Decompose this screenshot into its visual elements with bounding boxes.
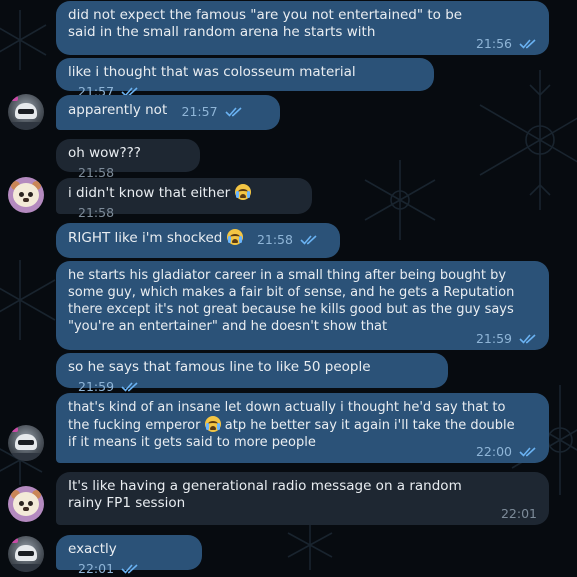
loudly-crying-face-icon — [226, 229, 243, 245]
racer-avatar-flag — [11, 538, 18, 543]
bear-avatar[interactable] — [8, 177, 44, 213]
racer-avatar-flag — [11, 96, 18, 101]
message-time: 21:57 — [181, 104, 218, 119]
helmet-visor — [18, 440, 34, 445]
bear-eye — [28, 192, 33, 197]
message-bubble-outgoing[interactable]: like i thought that was colosseum materi… — [56, 58, 434, 99]
double-check-icon — [519, 447, 536, 457]
message-meta: 21:58 — [257, 231, 318, 248]
helmet-visor — [18, 109, 34, 114]
double-check-icon — [224, 107, 242, 117]
message-meta: 21:56 — [476, 35, 537, 52]
message-text: oh wow??? — [68, 145, 141, 161]
bear-face-icon — [13, 492, 39, 516]
message-text: exactly — [68, 541, 117, 557]
message-line: he starts his gladiator career in a smal… — [68, 268, 507, 283]
message-bubble-outgoing[interactable]: exactly 22:01 — [56, 535, 202, 576]
message-meta: 21:57 — [182, 103, 243, 120]
message-bubble-incoming[interactable]: It's like having a generational radio me… — [56, 472, 549, 525]
message-line: "you're an entertainer" and he doesn't s… — [68, 319, 388, 334]
bear-nose — [23, 507, 29, 511]
message-text: like i thought that was colosseum materi… — [68, 64, 356, 80]
racer-avatar[interactable] — [8, 425, 44, 461]
message-meta: 21:58 — [78, 204, 114, 221]
double-check-icon — [121, 382, 138, 392]
double-check-icon — [519, 334, 536, 344]
message-meta: 22:01 — [78, 560, 139, 577]
message-bubble-incoming[interactable]: oh wow??? 21:58 — [56, 139, 200, 180]
avatar-stripe — [8, 564, 44, 572]
message-line: some guy, which makes a fair bit of sens… — [68, 285, 515, 300]
double-check-icon — [519, 39, 536, 49]
bear-eye — [19, 501, 24, 506]
message-text: did not expect the famous "are you not e… — [68, 7, 463, 40]
message-text: so he says that famous line to like 50 p… — [68, 359, 371, 375]
message-bubble-incoming[interactable]: i didn't know that either 21:58 — [56, 178, 312, 220]
double-check-icon — [121, 564, 138, 574]
bear-eye — [19, 192, 24, 197]
message-text: apparently not — [68, 102, 168, 118]
message-time: 22:00 — [475, 444, 512, 459]
loudly-crying-face-icon — [234, 184, 251, 200]
message-bubble-outgoing[interactable]: so he says that famous line to like 50 p… — [56, 353, 448, 394]
message-meta: 21:59 — [476, 330, 537, 347]
helmet-visor — [18, 551, 34, 556]
message-time: 21:58 — [256, 232, 293, 247]
bear-avatar[interactable] — [8, 486, 44, 522]
message-bubble-outgoing[interactable]: did not expect the famous "are you not e… — [56, 1, 549, 55]
message-time: 21:56 — [475, 36, 512, 51]
double-check-icon — [300, 235, 317, 245]
avatar-stripe — [8, 453, 44, 461]
bear-eye — [28, 501, 33, 506]
message-bubble-outgoing[interactable]: RIGHT like i'm shocked 21:58 — [56, 223, 340, 258]
message-text: It's like having a generational radio me… — [68, 478, 462, 511]
message-text-wrap: that's kind of an insane let down actual… — [68, 399, 537, 451]
racer-avatar-flag — [11, 427, 18, 432]
message-bubble-outgoing[interactable]: apparently not 21:57 — [56, 95, 280, 130]
avatar-stripe — [8, 122, 44, 130]
message-text: RIGHT like i'm shocked — [68, 230, 223, 246]
bear-face-icon — [13, 183, 39, 207]
message-time: 21:59 — [475, 331, 512, 346]
message-time: 22:01 — [78, 561, 115, 576]
bear-nose — [23, 198, 29, 202]
message-line: there except it's not great because he k… — [68, 302, 514, 317]
message-time: 22:01 — [500, 506, 537, 521]
message-time: 21:58 — [78, 205, 115, 220]
message-bubble-outgoing[interactable]: that's kind of an insane let down actual… — [56, 393, 549, 463]
racer-avatar[interactable] — [8, 536, 44, 572]
loudly-crying-face-icon — [204, 416, 221, 432]
message-meta: 22:00 — [476, 443, 537, 460]
message-bubble-outgoing[interactable]: he starts his gladiator career in a smal… — [56, 261, 549, 350]
message-meta: 22:01 — [501, 505, 537, 522]
message-text: i didn't know that either — [68, 185, 231, 201]
racer-avatar[interactable] — [8, 94, 44, 130]
